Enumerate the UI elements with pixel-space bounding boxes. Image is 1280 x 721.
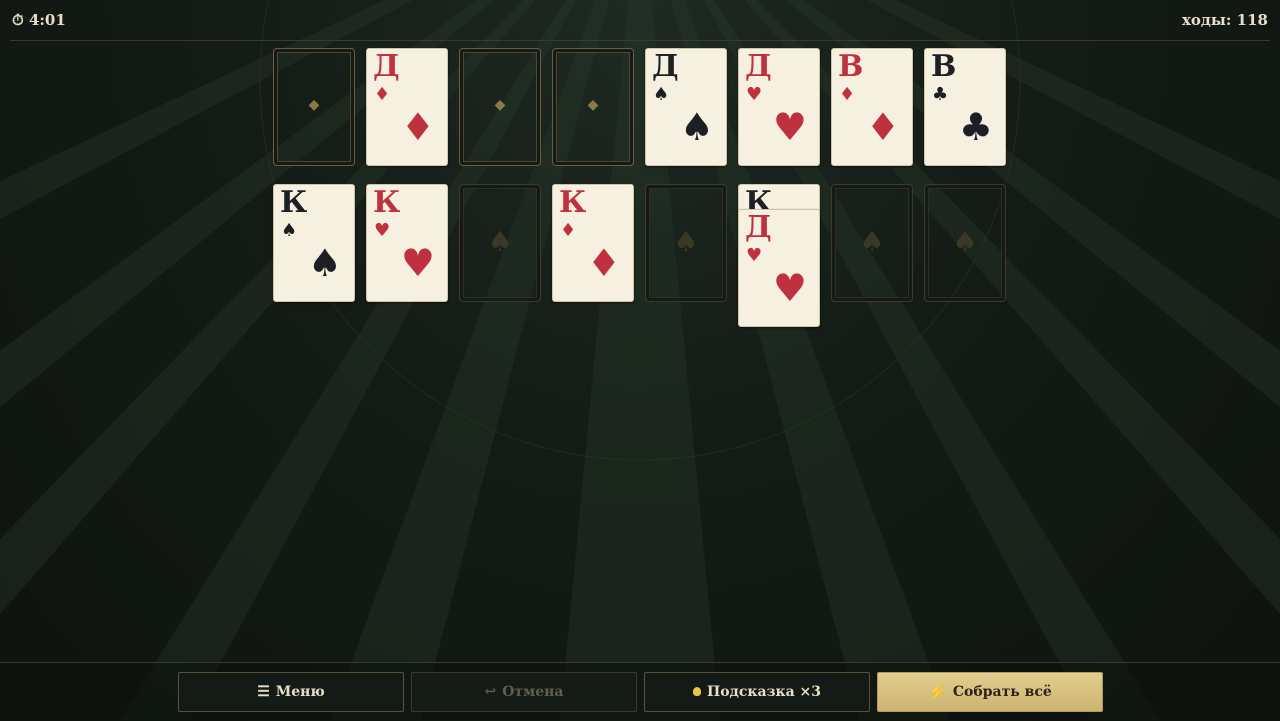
spade-placeholder-icon: ♠ [673, 225, 699, 258]
top-card[interactable]: Д ♥ ♥ [738, 48, 820, 166]
card-suit-small: ♥ [746, 245, 763, 266]
card-rank: Д [652, 49, 679, 84]
card-suit-large: ♣ [958, 105, 993, 149]
tableau-card[interactable]: Д ♥ ♥ [738, 209, 820, 327]
lightbulb-icon [692, 686, 701, 696]
undo-label: Отмена [502, 684, 564, 700]
card-rank: В [838, 49, 864, 84]
card-suit-large: ♠ [679, 105, 714, 149]
hint-button[interactable]: Подсказка ×3 [644, 672, 870, 712]
lightning-icon: ⚡ [928, 683, 947, 701]
card-suit-small: ♦ [374, 84, 391, 105]
card-rank: Д [373, 49, 400, 84]
top-card[interactable]: Д ♠ ♠ [645, 48, 727, 166]
foundation-slot[interactable]: ◆ [459, 48, 541, 166]
top-bar: ⏱ 4:01 ходы: 118 [10, 0, 1270, 41]
spade-placeholder-icon: ♠ [487, 225, 513, 258]
card-suit-large: ♦ [865, 105, 900, 149]
card-suit-small: ♥ [746, 84, 763, 105]
menu-label: Меню [275, 684, 325, 700]
background-rays [0, 0, 1280, 720]
foundation-mark-icon: ◆ [494, 97, 506, 113]
card-rank: В [931, 49, 957, 84]
collect-all-button[interactable]: ⚡ Собрать всё [877, 672, 1103, 712]
timer: ⏱ 4:01 [12, 11, 66, 29]
tableau-empty-slot[interactable]: ♠ [459, 184, 541, 302]
card-suit-small: ♣ [932, 84, 949, 105]
card-suit-small: ♠ [653, 84, 670, 105]
card-suit-large: ♠ [307, 241, 342, 285]
spade-placeholder-icon: ♠ [952, 225, 978, 258]
tableau-empty-slot[interactable]: ♠ [645, 184, 727, 302]
timer-value: 4:01 [28, 11, 66, 29]
top-card[interactable]: В ♣ ♣ [924, 48, 1006, 166]
hint-label: Подсказка ×3 [706, 684, 822, 700]
tableau-card[interactable]: К ♦ ♦ [552, 184, 634, 302]
foundation-mark-icon: ◆ [587, 97, 599, 113]
undo-arrow-icon: ↩ [484, 684, 497, 700]
card-rank: Д [745, 210, 772, 245]
menu-button[interactable]: ☰ Меню [178, 672, 404, 712]
card-suit-large: ♥ [400, 241, 435, 285]
top-card[interactable]: В ♦ ♦ [831, 48, 913, 166]
tableau-empty-slot[interactable]: ♠ [831, 184, 913, 302]
card-suit-small: ♠ [281, 220, 298, 241]
tableau-card[interactable]: К ♠ ♠ [273, 184, 355, 302]
bottom-toolbar: ☰ Меню ↩ Отмена Подсказка ×3 ⚡ Собрать в… [0, 662, 1280, 721]
card-suit-small: ♦ [560, 220, 577, 241]
foundation-mark-icon: ◆ [308, 97, 320, 113]
card-suit-large: ♥ [772, 266, 807, 310]
foundation-card[interactable]: Д ♦ ♦ [366, 48, 448, 166]
hamburger-icon: ☰ [257, 684, 270, 700]
collect-label: Собрать всё [952, 684, 1052, 700]
card-suit-large: ♦ [400, 105, 435, 149]
moves-counter: ходы: 118 [1181, 11, 1268, 29]
card-rank: К [559, 185, 587, 220]
card-rank: К [280, 185, 308, 220]
card-suit-small: ♦ [839, 84, 856, 105]
card-suit-large: ♦ [586, 241, 621, 285]
foundation-slot[interactable]: ◆ [273, 48, 355, 166]
foundation-slot[interactable]: ◆ [552, 48, 634, 166]
undo-button[interactable]: ↩ Отмена [411, 672, 637, 712]
stopwatch-icon: ⏱ [12, 11, 24, 29]
card-rank: К [373, 185, 401, 220]
card-rank: Д [745, 49, 772, 84]
tableau-empty-slot[interactable]: ♠ [924, 184, 1006, 302]
tableau-card[interactable]: К ♥ ♥ [366, 184, 448, 302]
card-suit-large: ♥ [772, 105, 807, 149]
spade-placeholder-icon: ♠ [859, 225, 885, 258]
card-suit-small: ♥ [374, 220, 391, 241]
